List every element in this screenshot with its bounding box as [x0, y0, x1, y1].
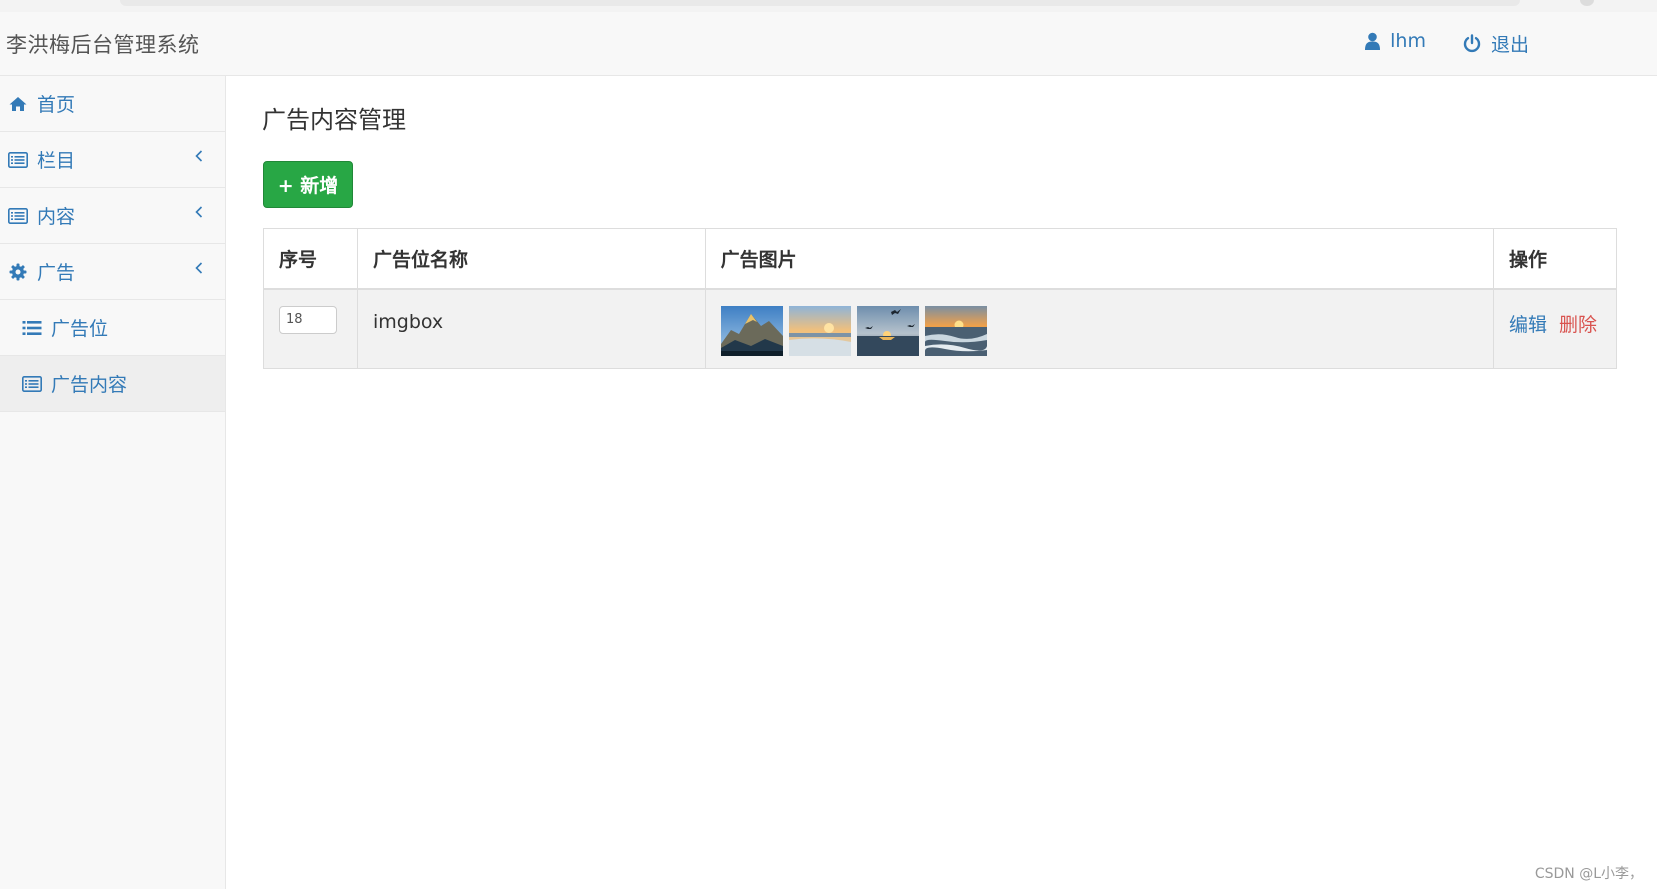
watermark: CSDN @L小李， — [1534, 866, 1643, 882]
sidebar-item-label: 广告内容 — [51, 374, 128, 396]
mountain-thumb[interactable] — [720, 305, 783, 356]
chevron-left-icon — [195, 150, 203, 162]
power-icon — [1463, 34, 1481, 53]
page-title: 广告内容管理 — [262, 106, 406, 134]
column-header-actions: 操作 — [1492, 228, 1618, 290]
user-name: lhm — [1390, 30, 1426, 52]
sidebar-item-columns[interactable]: 栏目 — [0, 132, 225, 188]
sunset-beach-thumb[interactable] — [788, 305, 851, 356]
address-bar[interactable] — [120, 0, 1520, 6]
sidebar-item-label: 广告位 — [51, 318, 109, 340]
order-cell — [263, 288, 358, 369]
sidebar-item-label: 内容 — [37, 206, 76, 228]
chevron-left-icon — [195, 206, 203, 218]
sunset-birds-thumb[interactable] — [856, 305, 919, 356]
delete-link[interactable]: 删除 — [1559, 314, 1597, 336]
top-navbar: 李洪梅后台管理系统 lhm 退出 — [0, 12, 1657, 76]
sidebar-item-content[interactable]: 内容 — [0, 188, 225, 244]
logout-link[interactable]: 退出 — [1463, 30, 1529, 57]
actions-cell: 编辑 删除 — [1492, 288, 1618, 369]
add-button[interactable]: + 新增 — [263, 161, 353, 208]
sidebar-item-label: 首页 — [37, 94, 76, 116]
images-cell — [704, 288, 1494, 369]
sidebar-item-home[interactable]: 首页 — [0, 76, 225, 132]
browser-profile-icon[interactable] — [1580, 0, 1594, 6]
user-icon — [1365, 32, 1381, 50]
home-icon — [8, 94, 28, 114]
logout-label: 退出 — [1490, 34, 1529, 56]
sunset-waves-thumb[interactable] — [924, 305, 987, 356]
ad-content-table: 序号 广告位名称 广告图片 操作 imgbox — [263, 228, 1618, 369]
slot-name-cell: imgbox — [356, 288, 706, 369]
app-title[interactable]: 李洪梅后台管理系统 — [6, 29, 200, 59]
sidebar-item-ad-slots[interactable]: 广告位 — [0, 300, 225, 356]
column-header-images: 广告图片 — [704, 228, 1494, 290]
sidebar-item-ads[interactable]: 广告 — [0, 244, 225, 300]
column-header-slot-name: 广告位名称 — [356, 228, 706, 290]
sidebar-item-label: 广告 — [37, 262, 76, 284]
table-header-row: 序号 广告位名称 广告图片 操作 — [263, 228, 1618, 290]
sidebar-item-label: 栏目 — [37, 150, 76, 172]
gear-icon — [8, 262, 28, 282]
list-alt-icon — [8, 206, 28, 226]
list-icon — [22, 318, 42, 338]
list-alt-icon — [22, 374, 42, 394]
user-menu-link[interactable]: lhm — [1365, 30, 1426, 52]
table-row: imgbox — [263, 288, 1618, 369]
sidebar: 首页 栏目 内容 广告 广告位 广告内容 — [0, 76, 226, 889]
edit-link[interactable]: 编辑 — [1509, 314, 1547, 336]
order-input[interactable] — [279, 305, 337, 334]
chevron-left-icon — [195, 262, 203, 274]
column-header-order: 序号 — [263, 228, 358, 290]
sidebar-item-ad-content[interactable]: 广告内容 — [0, 356, 225, 412]
list-alt-icon — [8, 150, 28, 170]
